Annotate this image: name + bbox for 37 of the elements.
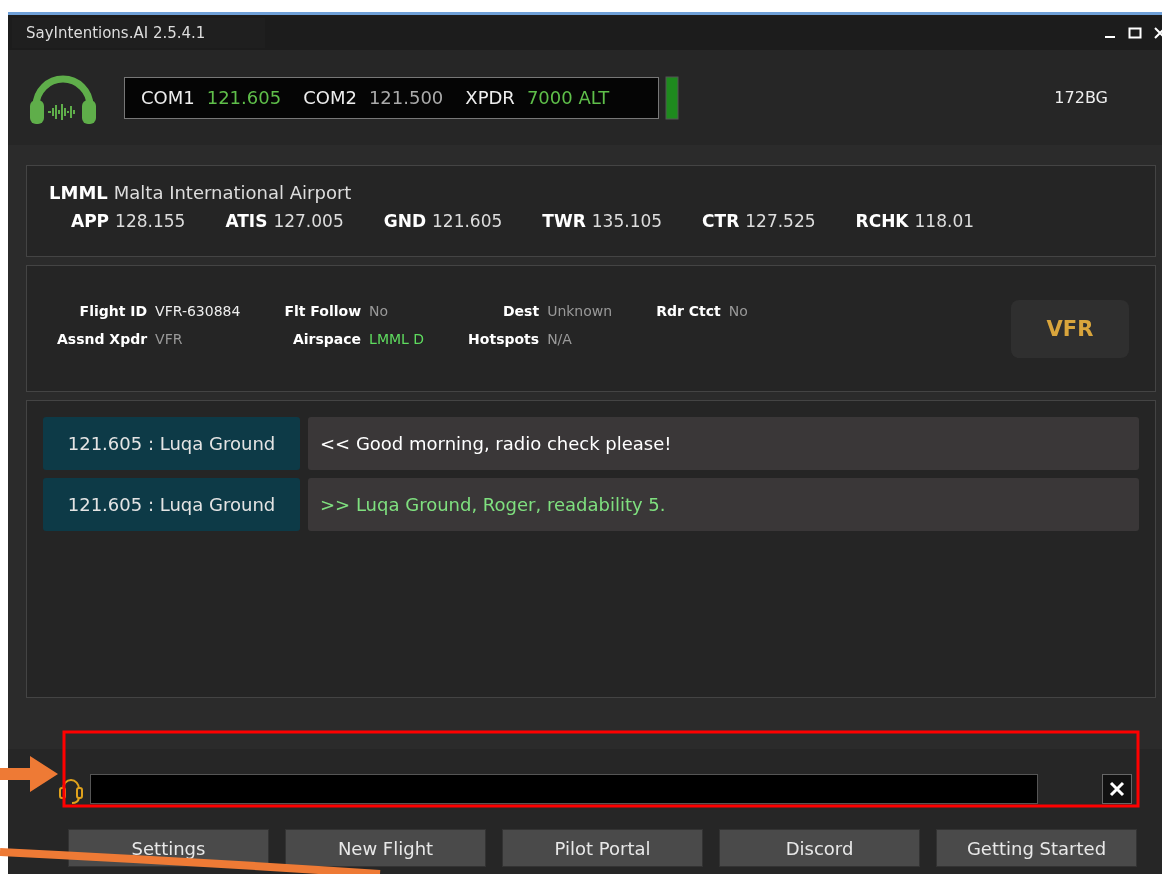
- flight-field-value: LMML D: [369, 330, 425, 347]
- toolbar-button[interactable]: Discord: [719, 829, 920, 867]
- toolbar-button[interactable]: Pilot Portal: [502, 829, 703, 867]
- toolbar-button[interactable]: New Flight: [285, 829, 486, 867]
- flight-field-label: Flt Follow: [284, 302, 362, 319]
- airport-frequency: RCHK 118.01: [855, 211, 975, 231]
- flight-field-label: Rdr Ctct: [656, 302, 721, 319]
- radio-label: COM2: [303, 87, 357, 108]
- station-label: 121.605 : Luqa Ground: [43, 478, 300, 531]
- flight-field-value: Unknown: [547, 302, 613, 319]
- airport-frequency: ATIS 127.005: [225, 211, 344, 231]
- flight-field-label: Hotspots: [468, 330, 540, 347]
- flight-field-value: No: [369, 302, 390, 319]
- flight-field-value: N/A: [547, 330, 573, 347]
- airport-frequency: APP 128.155: [71, 211, 186, 231]
- flight-field-label: Flight ID: [78, 302, 148, 319]
- radio-frequency: 121.605: [206, 87, 282, 108]
- flight-field-value: VFR-630884: [155, 302, 241, 319]
- message-text: >> Luqa Ground, Roger, readability 5.: [308, 478, 1139, 531]
- flight-rules-badge: VFR: [1011, 299, 1129, 358]
- flight-field-value: No: [728, 302, 748, 319]
- flight-field-label: Dest: [502, 302, 540, 319]
- aircraft-callsign: 172BG: [1054, 88, 1108, 107]
- toolbar-button[interactable]: Getting Started: [936, 829, 1137, 867]
- radio-label: COM1: [141, 87, 195, 108]
- airport-frequency: TWR 135.105: [542, 211, 663, 231]
- airport-frequency: CTR 127.525: [702, 211, 816, 231]
- radio-frequency: 121.500: [368, 87, 444, 108]
- airport-title: LMML Malta International Airport: [49, 182, 353, 203]
- message-text: << Good morning, radio check please!: [308, 417, 1139, 470]
- flight-field-label: Airspace: [291, 330, 362, 347]
- flight-field-value: VFR: [155, 330, 184, 347]
- radio-frequency: 7000 ALT: [526, 87, 610, 108]
- airport-frequency: GND 121.605: [383, 211, 503, 231]
- flight-field-label: Assnd Xpdr: [57, 330, 148, 347]
- station-label: 121.605 : Luqa Ground: [43, 417, 300, 470]
- radio-label: XPDR: [465, 87, 515, 108]
